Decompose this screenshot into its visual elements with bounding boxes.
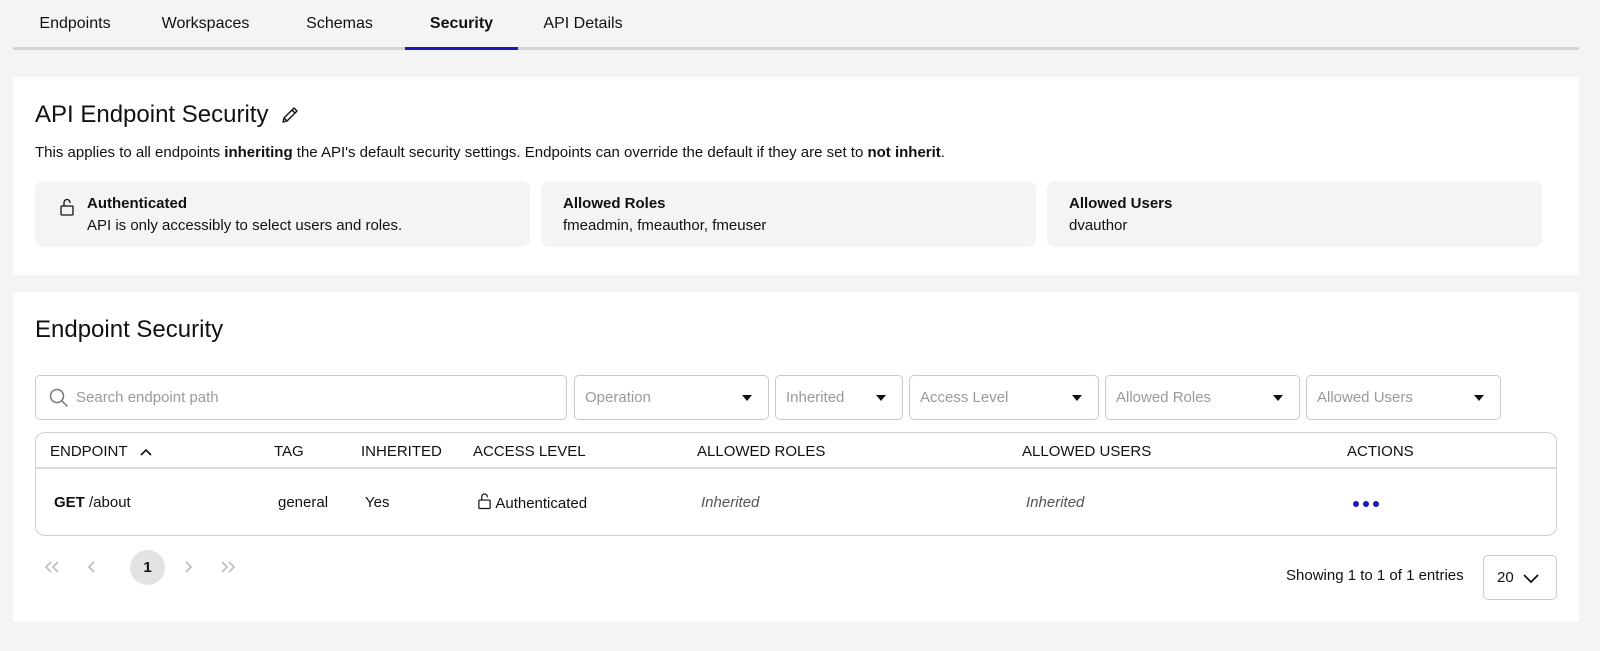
column-header-inherited: Inherited — [361, 443, 442, 460]
authenticated-value: API is only accessibly to select users a… — [87, 217, 403, 234]
inherited-cell: Yes — [365, 494, 390, 511]
tab-workspaces[interactable]: Workspaces — [140, 0, 271, 47]
column-header-allowed-users: Allowed Users — [1022, 443, 1152, 460]
endpoint-path: /about — [89, 494, 131, 511]
search-input[interactable] — [76, 389, 566, 406]
tab-api-details[interactable]: API Details — [518, 0, 648, 47]
tab-schemas[interactable]: Schemas — [274, 0, 405, 47]
allowed-roles-info-box: Allowed Roles fmeadmin, fmeauthor, fmeus… — [541, 181, 1036, 247]
access-level-select-label: Access Level — [920, 389, 1009, 406]
last-page-icon[interactable] — [211, 550, 245, 584]
chevron-up-icon[interactable] — [139, 444, 153, 461]
tab-bar: Endpoints Workspaces Schemas Security AP… — [13, 0, 1579, 50]
allowed-roles-select-label: Allowed Roles — [1116, 389, 1212, 406]
more-actions-icon[interactable] — [1353, 501, 1379, 507]
endpoint-cell: GET /about — [54, 494, 131, 511]
allowed-users-cell: Inherited — [1026, 494, 1085, 511]
access-level-value: Authenticated — [495, 495, 588, 512]
endpoint-table: Endpoint Tag Inherited Access Level Allo… — [35, 432, 1557, 536]
allowed-users-select[interactable]: Allowed Users — [1306, 375, 1501, 420]
entries-count: Showing 1 to 1 of 1 entries — [1286, 567, 1464, 584]
authenticated-label: Authenticated — [87, 195, 188, 212]
allowed-users-info-box: Allowed Users dvauthor — [1047, 181, 1542, 247]
page-size-select[interactable]: 20 — [1483, 555, 1557, 600]
allowed-users-label: Allowed Users — [1069, 195, 1173, 212]
allowed-roles-label: Allowed Roles — [563, 195, 666, 212]
authenticated-info-box: Authenticated API is only accessibly to … — [35, 181, 530, 247]
api-security-description: This applies to all endpoints inheriting… — [35, 144, 945, 161]
edit-pencil-icon[interactable] — [280, 105, 300, 125]
access-level-cell: Authenticated — [477, 491, 587, 515]
column-header-endpoint[interactable]: Endpoint — [50, 443, 153, 461]
allowed-roles-value: fmeadmin, fmeauthor, fmeuser — [563, 217, 767, 234]
chevron-down-icon — [876, 395, 886, 401]
api-endpoint-security-card: API Endpoint Security This applies to al… — [13, 77, 1579, 275]
search-icon — [48, 387, 70, 413]
tab-security[interactable]: Security — [405, 0, 518, 50]
allowed-users-value: dvauthor — [1069, 217, 1128, 234]
table-header: Endpoint Tag Inherited Access Level Allo… — [36, 433, 1556, 469]
lock-icon — [59, 197, 75, 222]
operation-select-label: Operation — [585, 389, 651, 406]
chevron-down-icon — [1474, 395, 1484, 401]
column-header-access-level: Access Level — [473, 443, 586, 460]
page-title: API Endpoint Security — [35, 101, 269, 128]
next-page-icon[interactable] — [171, 550, 205, 584]
previous-page-icon[interactable] — [75, 550, 109, 584]
page-number-button[interactable]: 1 — [130, 550, 165, 585]
access-level-select[interactable]: Access Level — [909, 375, 1099, 420]
chevron-down-icon — [1523, 574, 1539, 584]
inherited-select-label: Inherited — [786, 389, 845, 406]
inherited-select[interactable]: Inherited — [775, 375, 903, 420]
lock-icon — [477, 491, 492, 515]
chevron-down-icon — [1072, 395, 1082, 401]
page-size-value: 20 — [1497, 569, 1514, 586]
column-header-tag: Tag — [274, 443, 304, 460]
table-row: GET /about general Yes Authenticated Inh… — [36, 469, 1556, 535]
allowed-roles-select[interactable]: Allowed Roles — [1105, 375, 1300, 420]
tag-cell: general — [278, 494, 329, 511]
column-header-actions: Actions — [1347, 443, 1414, 460]
api-security-title-row: API Endpoint Security — [35, 101, 300, 129]
tab-endpoints[interactable]: Endpoints — [13, 0, 137, 47]
chevron-down-icon — [1273, 395, 1283, 401]
column-header-allowed-roles: Allowed Roles — [697, 443, 826, 460]
chevron-down-icon — [742, 395, 752, 401]
search-field — [35, 375, 567, 420]
method-label: GET — [54, 494, 85, 511]
first-page-icon[interactable] — [35, 550, 69, 584]
operation-select[interactable]: Operation — [574, 375, 769, 420]
endpoint-security-card: Endpoint Security Operation Inherited Ac… — [13, 292, 1579, 622]
allowed-users-select-label: Allowed Users — [1317, 389, 1413, 406]
section-title: Endpoint Security — [35, 316, 224, 343]
allowed-roles-cell: Inherited — [701, 494, 760, 511]
